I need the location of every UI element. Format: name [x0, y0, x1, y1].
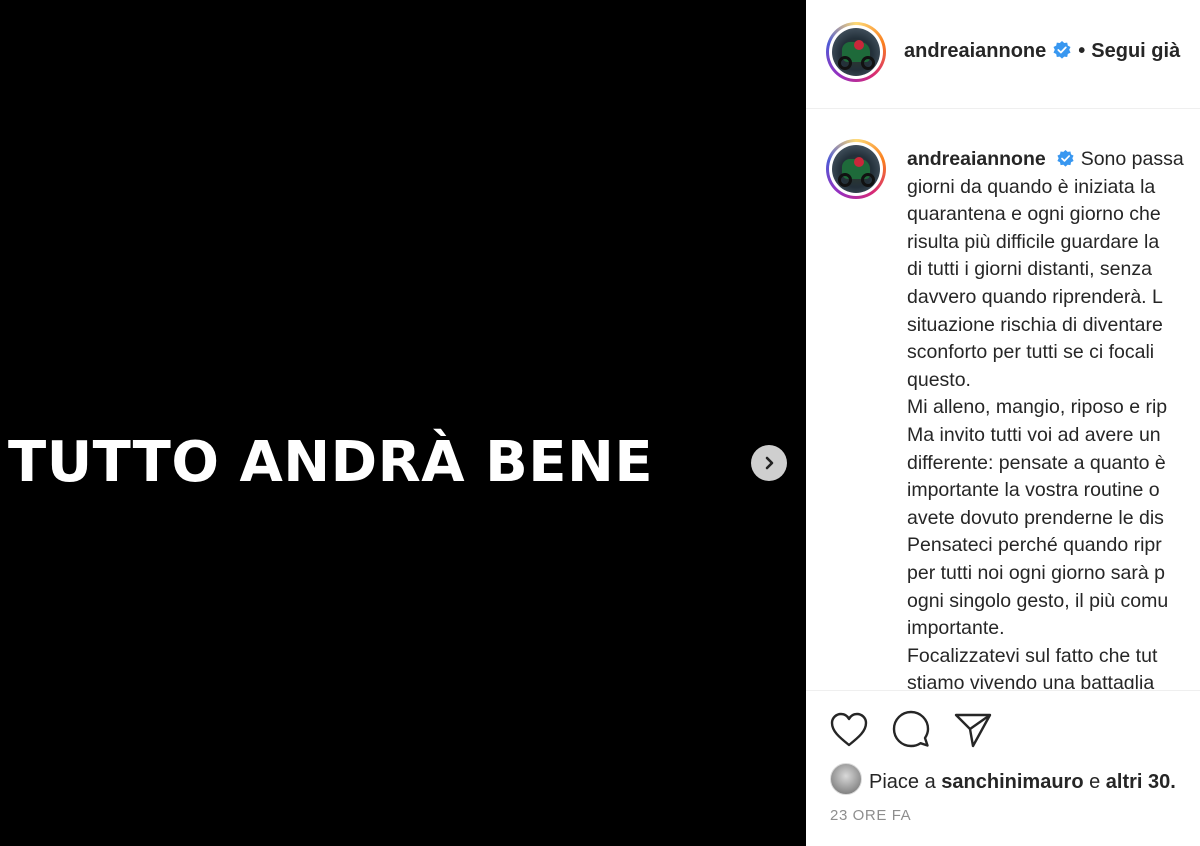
caption-line: stiamo vivendo una battaglia	[907, 672, 1155, 689]
post-timestamp[interactable]: 23 ORE FA	[830, 807, 911, 824]
post-media[interactable]: TUTTO ANDRÀ BENE	[0, 0, 806, 846]
likes-conjunction: e	[1089, 771, 1101, 793]
post-actions: Piace a sanchinimauro e altri 30. 23 ORE…	[806, 690, 1200, 846]
caption-line: Mi alleno, mangio, riposo e rip	[907, 396, 1168, 419]
post-header: andreaiannone • Segui già	[806, 0, 1200, 109]
liker-avatar[interactable]	[830, 763, 862, 795]
caption-username[interactable]: andreaiannone	[907, 148, 1046, 170]
post-caption: andreaiannone Sono passa giorni da quand…	[907, 146, 1200, 689]
caption-line: Sono passa	[1080, 148, 1184, 170]
caption-line: quarantena e ogni giorno che	[907, 203, 1161, 226]
likes-prefix: Piace a	[869, 771, 936, 793]
caption-line: sconforto per tutti se ci focali	[907, 341, 1155, 364]
liker-username[interactable]: sanchinimauro	[941, 771, 1083, 793]
heart-icon[interactable]	[830, 712, 868, 748]
caption-line: Pensateci perché quando ripr	[907, 534, 1162, 557]
caption-line: Focalizzatevi sul fatto che tut	[907, 644, 1158, 667]
caption-line: Ma invito tutti voi ad avere un	[907, 423, 1161, 446]
caption-line: importante la vostra routine o	[907, 479, 1160, 502]
caption-line: davvero quando riprenderà. L	[907, 285, 1163, 308]
header-line: andreaiannone • Segui già	[904, 40, 1180, 63]
verified-badge-icon	[1057, 149, 1074, 167]
likes-summary: Piace a sanchinimauro e altri 30.	[830, 763, 1176, 795]
caption-line: situazione rischia di diventare	[907, 313, 1163, 336]
header-username[interactable]: andreaiannone	[904, 40, 1046, 62]
chevron-right-icon	[765, 456, 774, 470]
next-media-button[interactable]	[751, 445, 787, 481]
caption-line: avete dovuto prenderne le dis	[907, 506, 1164, 529]
likes-others-link[interactable]: altri 30.	[1106, 771, 1176, 793]
following-button[interactable]: Segui già	[1091, 40, 1180, 62]
caption-line: risulta più difficile guardare la	[907, 230, 1160, 253]
caption-line: di tutti i giorni distanti, senza	[907, 258, 1152, 281]
caption-line: giorni da quando è iniziata la	[907, 175, 1156, 198]
share-icon[interactable]	[954, 712, 992, 748]
post-side-panel: andreaiannone • Segui già andreaiannone S…	[806, 0, 1200, 846]
caption-line: ogni singolo gesto, il più comu	[907, 589, 1169, 612]
caption-line: differente: pensate a quanto è	[907, 451, 1166, 474]
media-text: TUTTO ANDRÀ BENE	[8, 430, 654, 495]
header-avatar[interactable]	[826, 22, 886, 82]
caption-avatar[interactable]	[826, 139, 886, 199]
caption-line: importante.	[907, 617, 1005, 640]
caption-line: questo.	[907, 368, 971, 391]
comments-scroll-area[interactable]: andreaiannone Sono passa giorni da quand…	[806, 109, 1200, 689]
caption-line: per tutti noi ogni giorno sarà p	[907, 561, 1165, 584]
verified-badge-icon	[1053, 41, 1071, 59]
header-separator: •	[1078, 40, 1086, 62]
comment-icon[interactable]	[892, 710, 930, 748]
